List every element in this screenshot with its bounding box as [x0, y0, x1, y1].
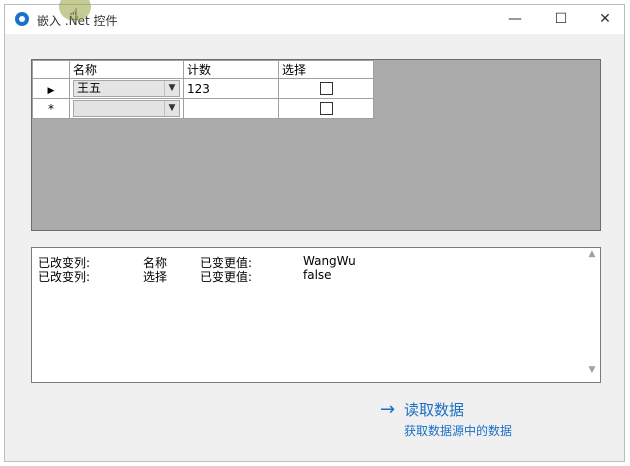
close-button[interactable]: ✕ — [582, 5, 628, 34]
column-header-name[interactable]: 名称 — [69, 60, 184, 79]
name-cell[interactable]: 王五 ▼ — [69, 78, 184, 99]
read-data-title[interactable]: 读取数据 — [404, 401, 464, 419]
hand-cursor-icon: ☝ — [69, 5, 79, 24]
grid-table: 名称 计数 选择 ▶ 王五 ▼ 123 * ▼ — [32, 60, 374, 119]
name-cell[interactable]: ▼ — [69, 98, 184, 119]
minimize-button[interactable]: — — [492, 5, 538, 34]
name-combobox-value: 王五 — [77, 81, 102, 95]
log-value: WangWu — [303, 254, 356, 268]
row-header[interactable]: * — [32, 98, 70, 119]
scroll-down-icon[interactable]: ▼ — [584, 365, 600, 381]
column-header-select[interactable]: 选择 — [278, 60, 374, 79]
table-row[interactable]: ▶ 王五 ▼ 123 — [32, 78, 374, 99]
title-bar[interactable]: 嵌入 .Net 控件 ☝ — ☐ ✕ — [5, 0, 624, 34]
row-header[interactable]: ▶ — [32, 78, 70, 99]
select-cell[interactable] — [278, 98, 374, 119]
column-header-count[interactable]: 计数 — [183, 60, 279, 79]
change-log-textbox[interactable]: 已改变列: 名称 已变更值: WangWu 已改变列: 选择 已变更值: fal… — [31, 247, 601, 383]
new-row-icon: * — [48, 101, 54, 116]
select-checkbox[interactable] — [319, 82, 333, 95]
chevron-down-icon[interactable]: ▼ — [164, 81, 179, 96]
log-value: false — [303, 268, 332, 282]
grid-header-row: 名称 计数 选择 — [32, 60, 374, 79]
current-row-icon: ▶ — [47, 85, 55, 96]
log-value-label: 已变更值: — [200, 270, 253, 284]
select-cell[interactable] — [278, 78, 374, 99]
app-logo-icon — [15, 12, 29, 26]
log-label: 已改变列: — [38, 270, 91, 284]
app-window: 嵌入 .Net 控件 ☝ — ☐ ✕ 名称 计数 选择 ▶ 王五 ▼ 123 *… — [4, 0, 625, 462]
count-cell[interactable]: 123 — [183, 78, 279, 99]
table-row[interactable]: * ▼ — [32, 98, 374, 119]
count-cell[interactable] — [183, 98, 279, 119]
scroll-up-icon[interactable]: ▲ — [584, 249, 600, 265]
name-combobox[interactable]: ▼ — [73, 100, 180, 117]
select-checkbox[interactable] — [319, 102, 333, 115]
chevron-down-icon[interactable]: ▼ — [164, 101, 179, 116]
grid-corner-header[interactable] — [32, 60, 70, 79]
data-grid[interactable]: 名称 计数 选择 ▶ 王五 ▼ 123 * ▼ — [31, 59, 601, 231]
name-combobox[interactable]: 王五 ▼ — [73, 80, 180, 97]
maximize-button[interactable]: ☐ — [538, 5, 584, 34]
vertical-scrollbar[interactable]: ▲ ▼ — [584, 248, 600, 382]
log-column: 选择 — [143, 270, 168, 284]
arrow-right-icon: → — [380, 399, 396, 420]
read-data-subtitle[interactable]: 获取数据源中的数据 — [404, 422, 512, 439]
